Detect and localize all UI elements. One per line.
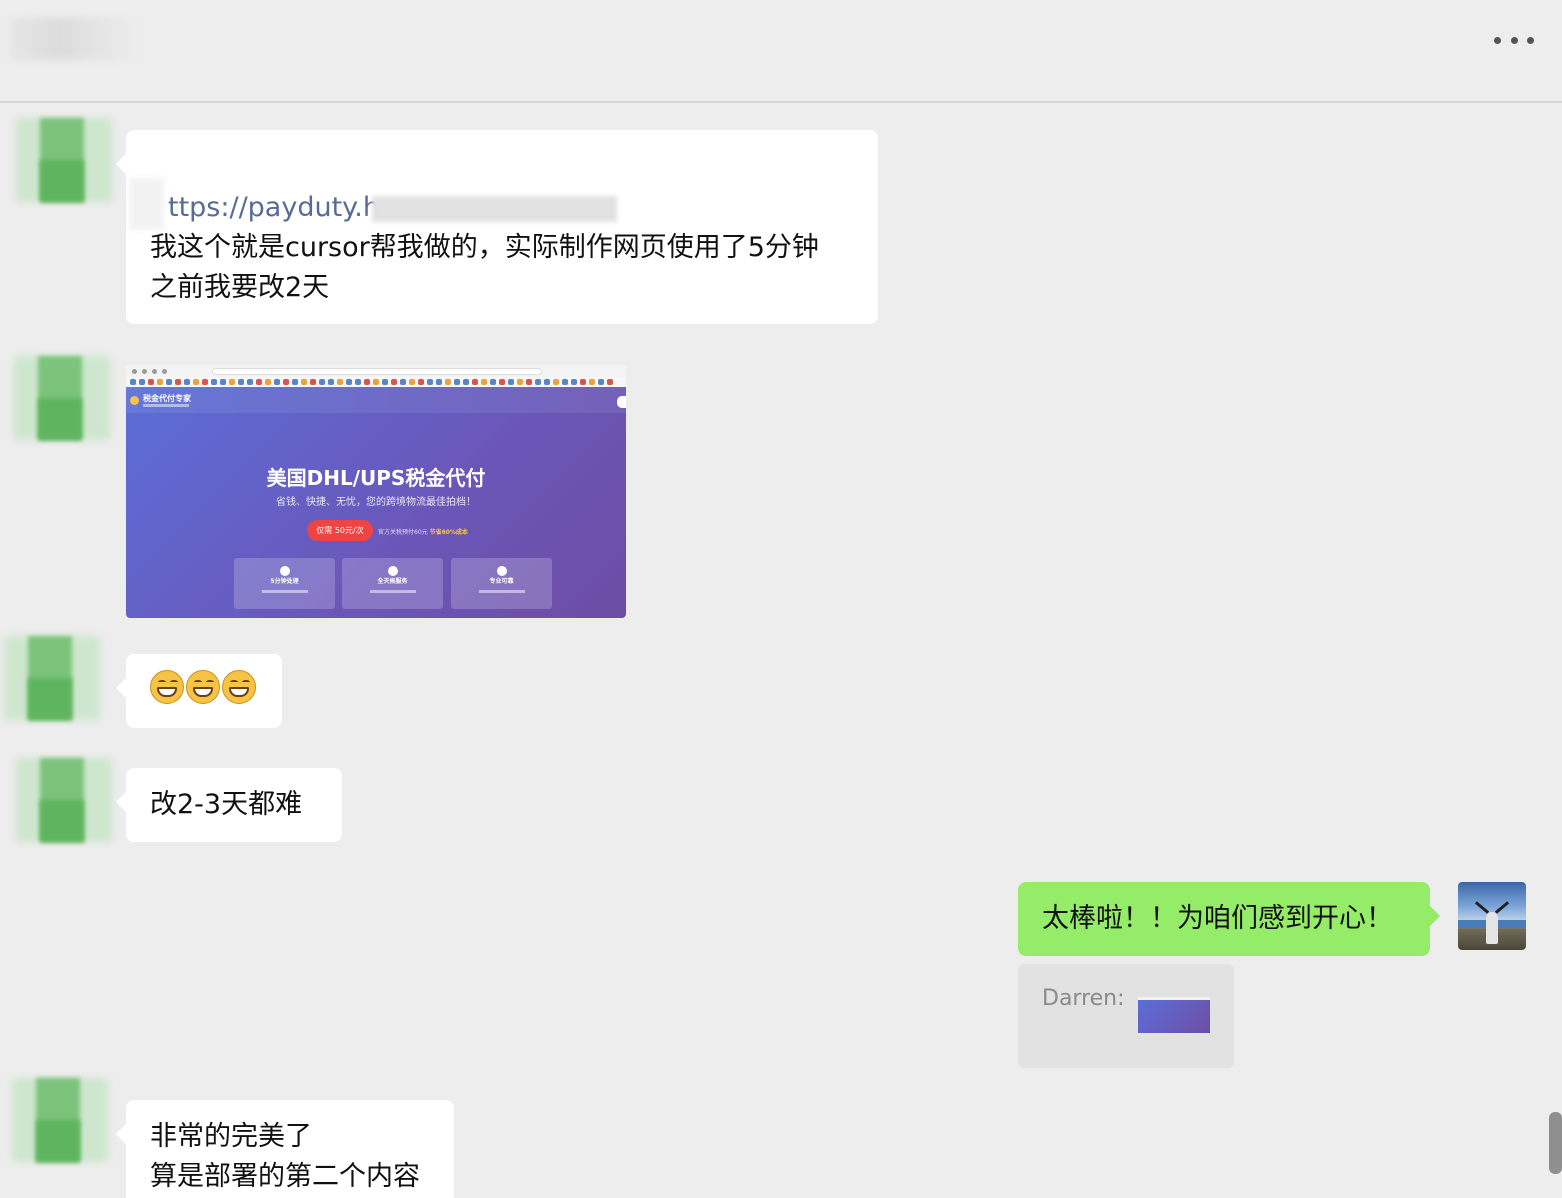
dot-icon bbox=[1527, 36, 1534, 44]
webpage-feature-card: 专业可靠 bbox=[451, 558, 552, 609]
shield-icon bbox=[496, 566, 507, 576]
grinning-face-icon bbox=[186, 670, 220, 704]
message-text: 我这个就是cursor帮我做的，实际制作网页使用了5分钟 bbox=[150, 232, 819, 263]
quote-thumbnail[interactable] bbox=[1138, 997, 1210, 1033]
image-message[interactable]: 税金代付专家 美国DHL/UPS税金代付 省钱、快捷、无忧，您的跨境物流最佳拍档… bbox=[126, 365, 626, 618]
webpage-price-note: 官方关税预付60元 节省60%成本 bbox=[378, 529, 468, 536]
webpage-feature-card: 5分钟处理 bbox=[234, 558, 335, 609]
chat-header bbox=[0, 0, 1562, 103]
message-text: 之前我要改2天 bbox=[150, 272, 330, 303]
chat-title-blurred bbox=[10, 18, 135, 60]
message-text: 改2-3天都难 bbox=[150, 789, 303, 820]
webpage-brand: 税金代付专家 bbox=[143, 394, 191, 403]
contact-avatar[interactable] bbox=[16, 118, 112, 202]
link-text[interactable]: ttps://payduty.h bbox=[168, 192, 380, 223]
webpage-nav: 税金代付专家 bbox=[126, 387, 626, 413]
browser-bookmarks bbox=[126, 377, 626, 387]
contact-avatar[interactable] bbox=[4, 636, 100, 720]
logo-icon bbox=[130, 396, 139, 405]
message-bubble[interactable] bbox=[116, 654, 282, 728]
contact-avatar[interactable] bbox=[16, 758, 112, 842]
webpage-hero-subtitle: 省钱、快捷、无忧，您的跨境物流最佳拍档！ bbox=[276, 497, 476, 508]
message-text: 太棒啦！！为咱们感到开心！ bbox=[1042, 903, 1393, 934]
lightning-icon bbox=[279, 566, 290, 576]
message-link[interactable]: ttps://payduty.h bbox=[130, 178, 854, 230]
grinning-face-icon bbox=[222, 670, 256, 704]
scrollbar[interactable] bbox=[1549, 1112, 1562, 1174]
webpage-preview: 税金代付专家 美国DHL/UPS税金代付 省钱、快捷、无忧，您的跨境物流最佳拍档… bbox=[126, 387, 626, 618]
webpage-feature-card: 全天候服务 bbox=[342, 558, 443, 609]
more-options-button[interactable] bbox=[1494, 28, 1534, 52]
dot-icon bbox=[1494, 36, 1501, 44]
grinning-face-icon bbox=[150, 670, 184, 704]
contact-avatar[interactable] bbox=[12, 1078, 108, 1162]
message-text: 算是部署的第二个内容 bbox=[150, 1161, 420, 1192]
quote-author: Darren: bbox=[1042, 986, 1125, 1011]
dot-icon bbox=[1510, 36, 1518, 44]
message-bubble[interactable]: 非常的完美了 算是部署的第二个内容 bbox=[116, 1100, 454, 1198]
message-bubble[interactable]: ttps://payduty.h 我这个就是cursor帮我做的，实际制作网页使… bbox=[116, 130, 878, 324]
webpage-price-pill: 仅需 50元/次 bbox=[307, 520, 373, 541]
message-text: 非常的完美了 bbox=[150, 1121, 312, 1152]
outgoing-message-bubble[interactable]: 太棒啦！！为咱们感到开心！ bbox=[1018, 882, 1440, 956]
quoted-message[interactable]: Darren: bbox=[1018, 964, 1234, 1068]
webpage-hero-title: 美国DHL/UPS税金代付 bbox=[266, 466, 486, 490]
contact-avatar[interactable] bbox=[14, 356, 110, 440]
message-bubble[interactable]: 改2-3天都难 bbox=[116, 768, 342, 842]
clock-icon bbox=[387, 566, 398, 576]
browser-toolbar bbox=[126, 365, 626, 377]
self-avatar[interactable] bbox=[1458, 882, 1526, 950]
